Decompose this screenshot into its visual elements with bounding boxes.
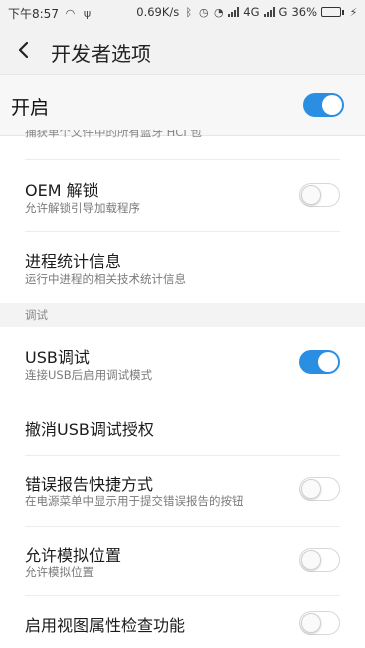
master-switch-row[interactable]: 开启	[0, 74, 365, 136]
signal-2-label: G	[278, 5, 288, 19]
wifi-icon: ◔	[213, 5, 224, 19]
process-stats-row[interactable]: 进程统计信息 运行中进程的相关技术统计信息	[0, 232, 365, 303]
bluetooth-icon: ᛒ	[185, 5, 193, 19]
process-stats-subtitle: 运行中进程的相关技术统计信息	[25, 272, 186, 286]
mock-location-row[interactable]: 允许模拟位置 允许模拟位置	[0, 527, 365, 595]
view-attr-row[interactable]: 启用视图属性检查功能	[0, 596, 365, 648]
charging-icon: ⚡	[349, 5, 358, 19]
usb-debug-toggle[interactable]	[299, 350, 340, 374]
oem-unlock-subtitle: 允许解锁引导加载程序	[25, 201, 140, 215]
bug-report-title: 错误报告快捷方式	[25, 475, 154, 494]
status-bar-left: 下午8:57 ◠ ψ	[8, 5, 93, 22]
battery-icon	[321, 7, 344, 17]
revoke-usb-title: 撤消USB调试授权	[25, 420, 154, 439]
process-stats-title: 进程统计信息	[25, 252, 122, 271]
mock-location-title: 允许模拟位置	[25, 546, 122, 565]
oem-unlock-toggle[interactable]	[299, 183, 340, 207]
status-bar-right: 0.69K/s ᛒ ◷ ◔ 4G G 36% ⚡	[136, 5, 359, 19]
mock-location-subtitle: 允许模拟位置	[25, 565, 94, 579]
clipped-row-subtitle: 捕获单个文件中的所有蓝牙 HCI 包	[25, 130, 202, 139]
oem-unlock-row[interactable]: OEM 解锁 允许解锁引导加载程序	[0, 160, 365, 232]
alarm-icon: ◷	[198, 5, 209, 19]
bug-report-toggle[interactable]	[299, 477, 340, 501]
signal-2-icon	[263, 7, 275, 17]
oem-unlock-title: OEM 解锁	[25, 181, 99, 200]
master-switch-label: 开启	[11, 97, 50, 119]
usb-debug-row[interactable]: USB调试 连接USB后启用调试模式	[0, 327, 365, 397]
page-title: 开发者选项	[51, 42, 151, 66]
usb-debug-subtitle: 连接USB后启用调试模式	[25, 368, 153, 382]
section-header-debug: 调试	[0, 303, 365, 327]
network-speed: 0.69K/s	[136, 5, 180, 19]
chevron-left-icon[interactable]	[14, 39, 34, 61]
master-switch-toggle[interactable]	[303, 93, 344, 117]
signal-1-icon	[228, 7, 240, 17]
view-attr-toggle[interactable]	[299, 611, 340, 635]
bug-report-row[interactable]: 错误报告快捷方式 在电源菜单中显示用于提交错误报告的按钮	[0, 456, 365, 526]
section-header-label: 调试	[25, 308, 48, 322]
app-bar: 开发者选项	[0, 26, 365, 74]
status-bar: 下午8:57 ◠ ψ 0.69K/s ᛒ ◷ ◔ 4G G 36% ⚡	[0, 0, 365, 26]
view-attr-title: 启用视图属性检查功能	[25, 616, 186, 635]
usb-icon: ψ	[83, 7, 92, 20]
qq-notification-icon: ◠	[65, 7, 76, 20]
bug-report-subtitle: 在电源菜单中显示用于提交错误报告的按钮	[25, 494, 244, 508]
signal-1-label: 4G	[243, 5, 260, 19]
revoke-usb-row[interactable]: 撤消USB调试授权	[0, 397, 365, 455]
mock-location-toggle[interactable]	[299, 548, 340, 572]
status-time: 下午8:57	[8, 7, 59, 21]
battery-percent: 36%	[291, 5, 317, 19]
usb-debug-title: USB调试	[25, 348, 90, 367]
